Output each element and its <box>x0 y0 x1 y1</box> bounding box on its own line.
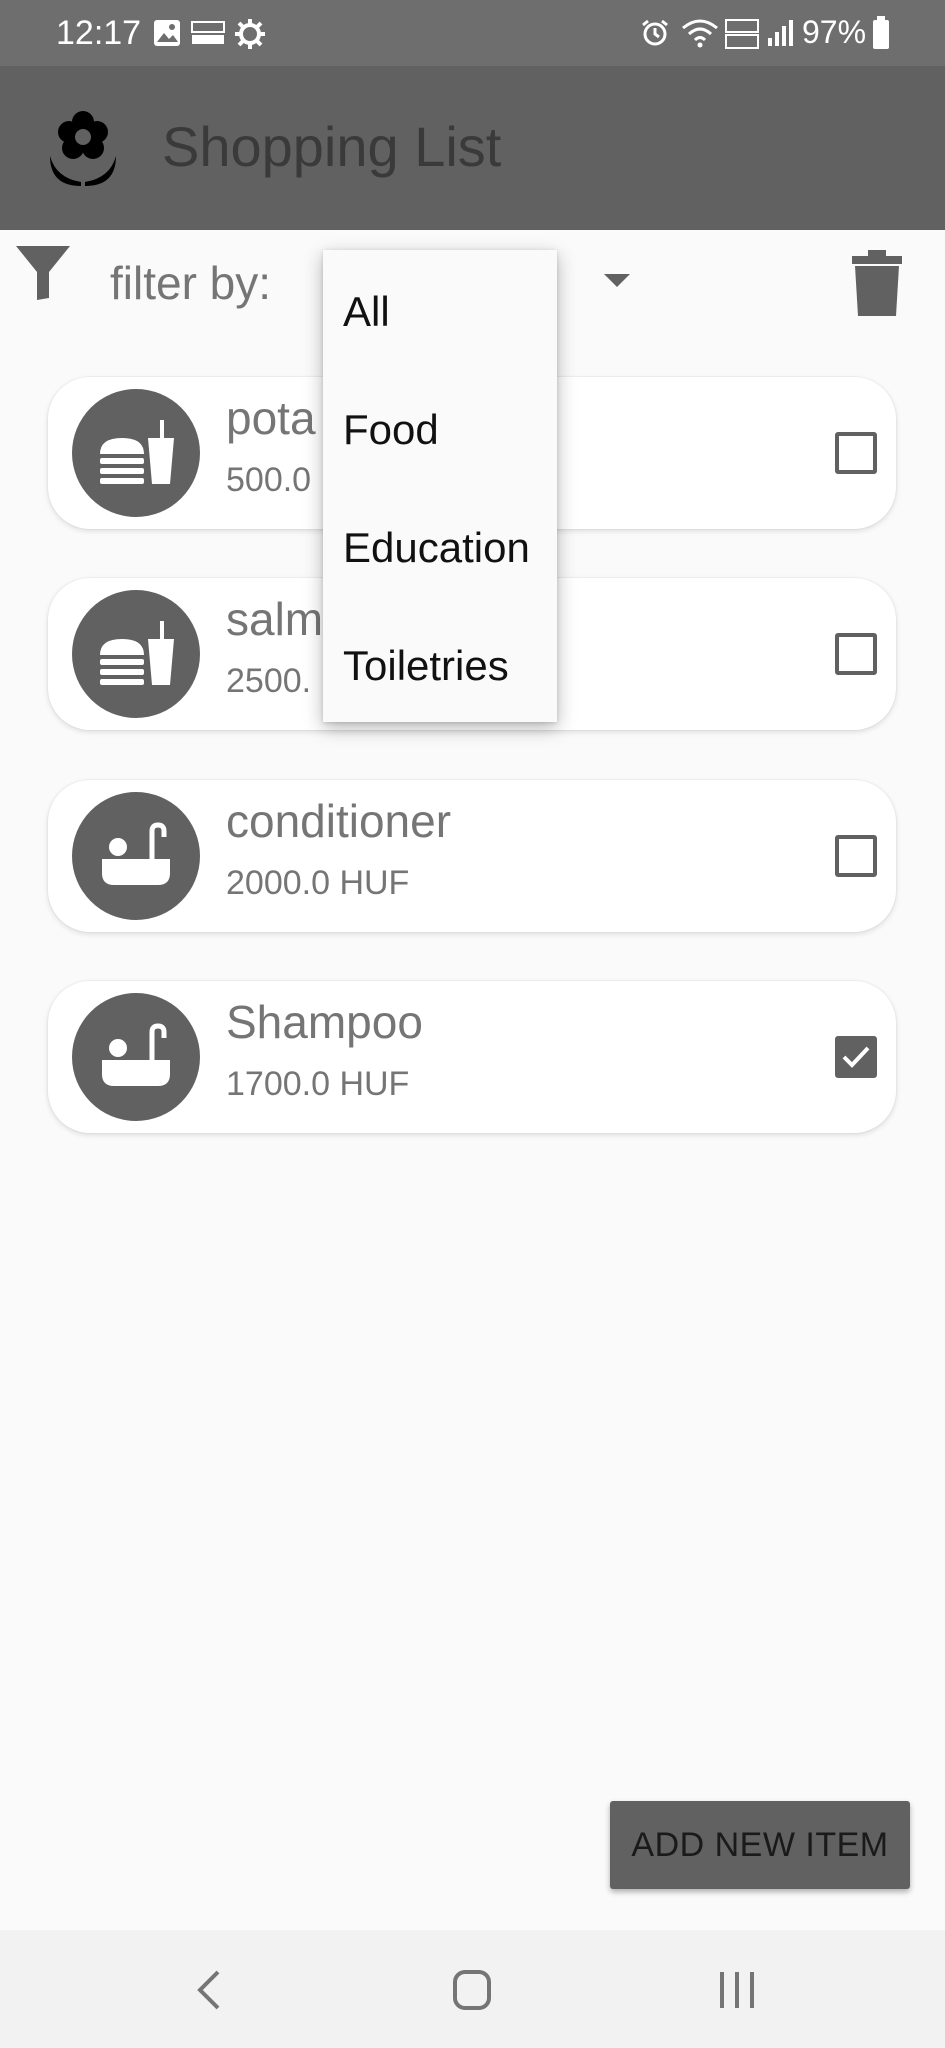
add-new-item-button[interactable]: ADD NEW ITEM <box>610 1801 910 1889</box>
item-price: 2500. <box>226 662 312 700</box>
wifi-icon <box>680 18 720 53</box>
temu-icon <box>190 20 226 51</box>
item-price: 1700.0 HUF <box>226 1065 410 1103</box>
item-name: pota <box>226 392 316 444</box>
recents-icon[interactable] <box>716 1968 758 2017</box>
bathtub-icon <box>72 993 200 1121</box>
page-title: Shopping List <box>162 115 502 178</box>
item-checkbox[interactable] <box>835 633 877 675</box>
item-checkbox[interactable] <box>835 432 877 474</box>
item-price: 2000.0 HUF <box>226 864 410 902</box>
bathtub-icon <box>72 792 200 920</box>
item-price: 500.0 <box>226 461 312 499</box>
filter-dropdown-menu: All Food Education Toiletries <box>323 250 557 722</box>
app-bar: Shopping List <box>0 66 945 230</box>
menu-item-education[interactable]: Education <box>343 524 530 572</box>
menu-item-all[interactable]: All <box>343 288 390 336</box>
check-icon <box>842 1046 870 1068</box>
flower-icon <box>48 108 118 193</box>
dropdown-arrow-icon[interactable] <box>604 274 630 293</box>
status-bar: 12:17 97% <box>0 0 945 66</box>
signal-icon <box>766 18 794 53</box>
filter-label: filter by: <box>110 257 272 309</box>
gallery-icon <box>152 18 182 53</box>
back-icon[interactable] <box>194 1968 224 2017</box>
menu-item-toiletries[interactable]: Toiletries <box>343 642 509 690</box>
list-item[interactable]: Shampoo 1700.0 HUF <box>48 981 896 1133</box>
filter-icon[interactable] <box>14 244 72 307</box>
food-icon <box>72 590 200 718</box>
battery-percentage: 97% <box>802 14 867 50</box>
battery-icon <box>872 16 890 55</box>
status-time: 12:17 <box>56 14 142 52</box>
item-name: salm <box>226 593 324 645</box>
home-icon[interactable] <box>452 1968 492 2017</box>
menu-item-food[interactable]: Food <box>343 406 439 454</box>
item-name: conditioner <box>226 795 452 847</box>
food-icon <box>72 389 200 517</box>
navigation-bar <box>0 1930 945 2048</box>
volte-icon <box>724 18 760 55</box>
settings-gear-icon <box>234 18 266 55</box>
alarm-icon <box>640 18 670 53</box>
list-item[interactable]: conditioner 2000.0 HUF <box>48 780 896 932</box>
item-checkbox[interactable] <box>835 835 877 877</box>
item-name: Shampoo <box>226 996 423 1048</box>
trash-icon[interactable] <box>852 250 902 321</box>
item-checkbox[interactable] <box>835 1036 877 1078</box>
